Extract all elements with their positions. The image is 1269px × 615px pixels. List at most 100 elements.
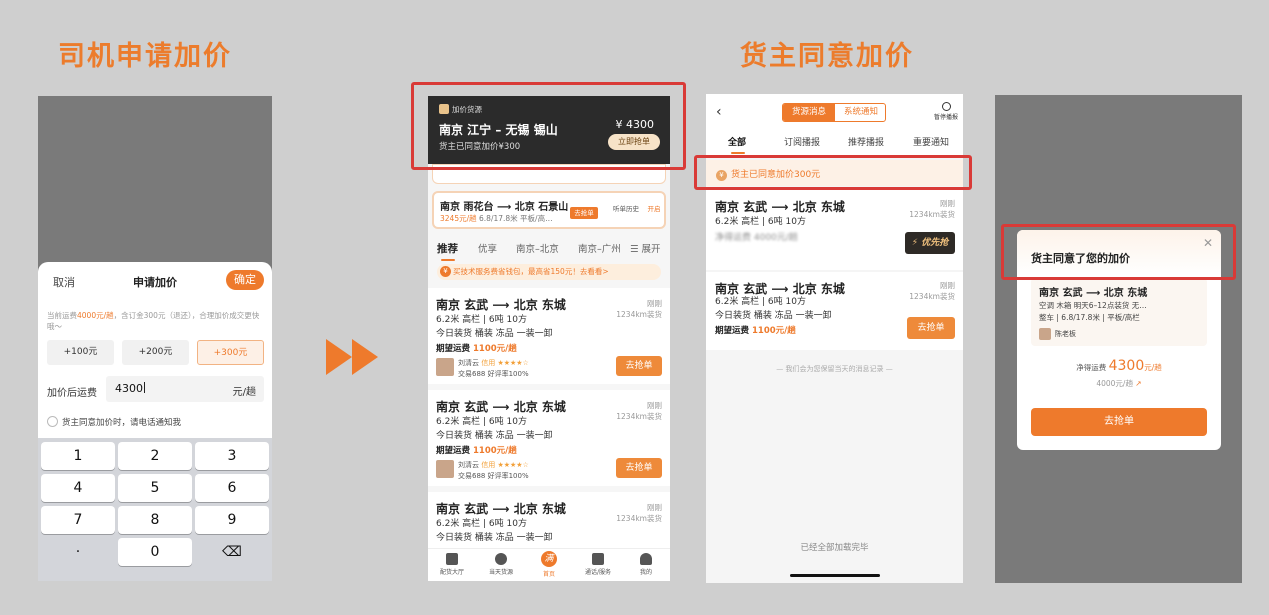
cargo-card[interactable]: 南京 玄武 ⟶ 北京 东城 6.2米 高栏 | 6吨 10方 净得运费 4000…	[706, 190, 963, 270]
pinned-grab-button[interactable]: 去抢单	[570, 207, 598, 219]
tab-recommended[interactable]: 推荐播报	[848, 135, 884, 148]
nav-service[interactable]: 通话/服务	[578, 553, 618, 576]
nav-home[interactable]: 满首页	[529, 551, 569, 578]
listen-history-button[interactable]: 听单历史	[612, 203, 640, 213]
phone-driver-request: 取消 申请加价 确定 当前运费4000元/趟，含订金300元（退还），合理加价成…	[38, 96, 272, 581]
cargo-spec: 6.2米 高栏 | 6吨 10方	[436, 519, 527, 529]
tab-important[interactable]: 重要通知	[913, 135, 949, 148]
owner-name: 陈老板	[1055, 330, 1076, 338]
pause-broadcast-button[interactable]: 暂停播报	[933, 102, 959, 121]
key-6[interactable]: 6	[195, 474, 269, 502]
original-freight-value: 4000元/趟	[1096, 379, 1133, 388]
nav-mine[interactable]: 我的	[626, 553, 666, 576]
cargo-spec: 6.2米 高栏 | 6吨 10方	[715, 217, 806, 227]
pinned-cargo-card[interactable]: 南京 雨花台 ⟶ 北京 石景山 3245元/趟 6.8/17.8米 平板/高… …	[432, 191, 666, 229]
highlight-agreed-notice	[694, 155, 972, 190]
tab-recommend[interactable]: 推荐	[437, 241, 458, 261]
nav-mine-label: 我的	[639, 569, 652, 576]
tab-nanjing-beijing[interactable]: 南京–北京	[516, 241, 559, 255]
double-arrow-icon	[326, 339, 378, 375]
key-4[interactable]: 4	[41, 474, 115, 502]
sheet-header: 取消 申请加价 确定	[38, 262, 272, 296]
phone-agreed-dialog: 货主同意了您的加价 ✕ 南京 玄武 ⟶ 北京 东城 空调 木箱 明天6–12点装…	[995, 95, 1242, 583]
cargo-spec: 6.2米 高栏 | 6吨 10方	[436, 417, 527, 427]
home-indicator	[790, 574, 880, 577]
promo-banner[interactable]: 买技术服务费省钱包，最高省150元！去看看>	[437, 264, 661, 280]
confirm-button[interactable]: 确定	[226, 270, 264, 290]
push-notification[interactable]: 加价货源 南京 江宁 – 无锡 锡山 货主已同意加价¥300 ¥ 4300 立即…	[428, 96, 670, 164]
backspace-icon[interactable]: ⌫	[195, 538, 269, 566]
grab-button[interactable]: 去抢单	[616, 458, 662, 478]
cargo-distance: 1234km装货	[616, 310, 662, 319]
amount-option-300[interactable]: +300元	[197, 340, 264, 365]
back-icon[interactable]: ‹	[716, 104, 722, 120]
arrow-up-icon: ↗	[1135, 379, 1142, 388]
priority-grab-button[interactable]: ⚡ 优先抢	[905, 232, 955, 254]
key-1[interactable]: 1	[41, 442, 115, 470]
tab-expand[interactable]: ☰ 展开	[630, 241, 661, 255]
nav-home-label: 首页	[542, 571, 555, 578]
cargo-price-label: 期望运费	[715, 326, 750, 336]
section-title-shipper: 货主同意加价	[740, 41, 914, 72]
original-freight: 4000元/趟 ↗	[1017, 378, 1221, 389]
cargo-card[interactable]: 南京 玄武 ⟶ 北京 东城 6.2米 高栏 | 6吨 10方 今日装货 桶装 冻…	[428, 288, 670, 384]
cargo-card[interactable]: 南京 玄武 ⟶ 北京 东城 6.2米 高栏 | 6吨 10方 今日装货 桶装 冻…	[428, 390, 670, 486]
key-5[interactable]: 5	[118, 474, 192, 502]
seg-cargo-messages[interactable]: 货源消息	[783, 104, 835, 121]
cargo-route: 南京 玄武 ⟶ 北京 东城	[715, 200, 845, 214]
highlight-dialog-title	[1001, 224, 1236, 280]
key-0[interactable]: 0	[118, 538, 192, 566]
amount-option-100[interactable]: +100元	[47, 340, 114, 365]
nav-today-cargo[interactable]: 当天货源	[481, 553, 521, 576]
cargo-loading: 今日装货 桶装 冻品 一装一卸	[436, 533, 553, 543]
key-7[interactable]: 7	[41, 506, 115, 534]
price-label: 加价后运费	[47, 388, 97, 399]
cargo-card[interactable]: 南京 玄武 ⟶ 北京 东城 6.2米 高栏 | 6吨 10方 今日装货 桶装 冻…	[706, 272, 963, 350]
key-8[interactable]: 8	[118, 506, 192, 534]
seg-system-notice[interactable]: 系统通知	[835, 104, 885, 121]
price-input[interactable]: 4300 元/趟	[106, 376, 264, 402]
nav-cargo-hall[interactable]: 配货大厅	[432, 553, 472, 576]
amount-option-200[interactable]: +200元	[122, 340, 189, 365]
tab-subscribed[interactable]: 订阅播报	[784, 135, 820, 148]
key-9[interactable]: 9	[195, 506, 269, 534]
owner-credit: 信用 ★★★★☆	[481, 461, 529, 469]
owner-info: 刘清云 信用 ★★★★☆ 交易688 好评率100%	[458, 358, 529, 380]
key-dot[interactable]: ·	[41, 538, 115, 566]
cargo-loading: 今日装货 桶装 冻品 一装一卸	[436, 431, 553, 441]
cargo-price: 期望运费 1100元/趟	[715, 324, 796, 336]
dialog-cargo-summary: 南京 玄武 ⟶ 北京 东城 空调 木箱 明天6–12点装货 无… 整车 | 6.…	[1031, 278, 1207, 346]
key-3[interactable]: 3	[195, 442, 269, 470]
net-freight-unit: 元/趟	[1144, 363, 1162, 372]
cargo-time: 刚刚	[940, 281, 955, 290]
cargo-meta: 刚刚 1234km装货	[909, 280, 955, 302]
key-2[interactable]: 2	[118, 442, 192, 470]
grid-icon	[592, 553, 604, 565]
cargo-spec: 6.2米 高栏 | 6吨 10方	[715, 297, 806, 307]
cargo-distance: 1234km装货	[909, 210, 955, 219]
tab-premium[interactable]: 优享	[478, 241, 497, 255]
pinned-detail: 3245元/趟 6.8/17.8米 平板/高…	[440, 213, 553, 224]
book-icon	[446, 553, 458, 565]
grab-button[interactable]: 去抢单	[907, 317, 955, 339]
grab-button[interactable]: 去抢单	[616, 356, 662, 376]
tab-nanjing-guangzhou[interactable]: 南京–广州	[578, 241, 621, 255]
price-unit: 元/趟	[232, 387, 256, 398]
filter-tabs: 推荐 优享 南京–北京 南京–广州 ☰ 展开	[428, 236, 670, 261]
cargo-time: 刚刚	[647, 401, 662, 410]
cargo-price-label: 期望运费	[436, 344, 471, 354]
load-complete-text: 已经全部加载完毕	[800, 543, 869, 553]
nav-today-cargo-label: 当天货源	[488, 569, 513, 576]
cargo-price-blurred: 净得运费 4000元/趟	[715, 233, 798, 243]
grab-now-button[interactable]: 立即抢单	[608, 134, 660, 150]
notification-tag-label: 加价货源	[452, 105, 482, 114]
avatar	[436, 358, 454, 376]
notification-amount: ¥ 4300	[615, 118, 655, 131]
open-listen-button[interactable]: 开启	[644, 203, 664, 213]
grab-order-button[interactable]: 去抢单	[1031, 408, 1207, 436]
owner-name: 刘清云	[458, 461, 479, 469]
owner-info: 刘清云 信用 ★★★★☆ 交易688 好评率100%	[458, 460, 529, 482]
notify-checkbox[interactable]	[47, 416, 58, 427]
cargo-distance: 1234km装货	[616, 412, 662, 421]
tab-all[interactable]: 全部	[728, 135, 746, 154]
